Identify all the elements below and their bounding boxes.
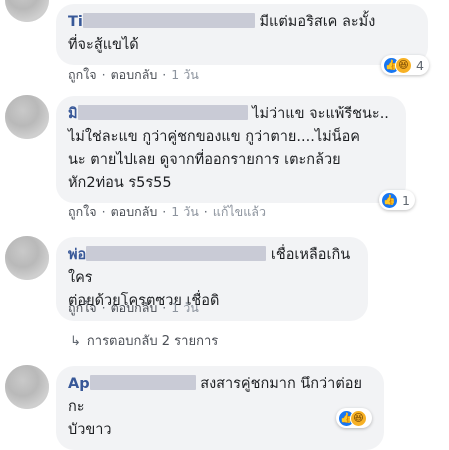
- reply-link[interactable]: ตอบกลับ: [111, 204, 158, 219]
- reaction-count: 4: [416, 57, 424, 73]
- comment-actions: ถูกใจ · ตอบกลับ · 1 วัน: [68, 300, 199, 315]
- reaction-summary-partial[interactable]: 👍 😆: [336, 408, 372, 428]
- reply-link[interactable]: ตอบกลับ: [111, 300, 158, 315]
- comment-bubble: มิ ไม่ว่าแข จะแพ้รีชนะ.. ไม่ใช่ละแข กูว่…: [56, 96, 406, 203]
- haha-icon: 😆: [350, 409, 367, 427]
- avatar[interactable]: [5, 365, 49, 409]
- comment-text: มีแต่มอริสเค ละมั้ง: [259, 14, 376, 30]
- view-replies-link[interactable]: ↳ การตอบกลับ 2 รายการ: [70, 330, 218, 351]
- comment-bubble: Ti มีแต่มอริสเค ละมั้ง ที่จะสู้แขได้: [56, 4, 428, 65]
- commenter-name[interactable]: พ่อ: [68, 247, 86, 263]
- reply-link[interactable]: ตอบกลับ: [111, 67, 158, 82]
- reply-arrow-icon: ↳: [70, 334, 81, 349]
- reaction-summary[interactable]: 👍 1: [379, 190, 415, 210]
- like-link[interactable]: ถูกใจ: [68, 204, 97, 219]
- comment-text: นะ ตายไปเลย ดูจากที่ออกรายการ เตะกล้วย: [68, 152, 341, 168]
- timestamp[interactable]: 1 วัน: [171, 300, 199, 315]
- comment-text: ที่จะสู้แขได้: [68, 37, 139, 53]
- edited-label[interactable]: แก้ไขแล้ว: [213, 204, 266, 219]
- avatar[interactable]: [5, 0, 49, 22]
- redacted-name: [82, 13, 255, 28]
- comment-bubble: Ap สงสารคู่ชกมาก นึกว่าต่อยกะ บัวขาว: [56, 366, 384, 450]
- reaction-summary[interactable]: 👍 😆 4: [381, 55, 429, 75]
- commenter-name[interactable]: มิ: [68, 106, 78, 122]
- redacted-name: [77, 105, 248, 120]
- haha-icon: 😆: [395, 56, 412, 74]
- commenter-name[interactable]: Ti: [68, 14, 83, 30]
- like-link[interactable]: ถูกใจ: [68, 67, 97, 82]
- replies-label[interactable]: การตอบกลับ 2 รายการ: [87, 334, 218, 349]
- comment-actions: ถูกใจ · ตอบกลับ · 1 วัน · แก้ไขแล้ว: [68, 204, 266, 219]
- like-link[interactable]: ถูกใจ: [68, 300, 97, 315]
- reaction-count: 1: [402, 192, 410, 208]
- like-icon: 👍: [381, 191, 398, 209]
- avatar[interactable]: [5, 236, 49, 280]
- comment-text: ไม่ใช่ละแข กูว่าคู่ชกของแข กูว่าตาย....ไ…: [68, 129, 360, 145]
- commenter-name[interactable]: Ap: [68, 376, 90, 392]
- comment-text: บัวขาว: [68, 422, 112, 438]
- avatar[interactable]: [5, 95, 49, 139]
- comment-text: ไม่ว่าแข จะแพ้รีชนะ..: [252, 106, 389, 122]
- timestamp[interactable]: 1 วัน: [171, 204, 199, 219]
- comment-actions: ถูกใจ · ตอบกลับ · 1 วัน: [68, 67, 199, 82]
- redacted-name: [89, 375, 196, 390]
- comment-text: หัก2ท่อน ร5ร55: [68, 175, 172, 191]
- timestamp[interactable]: 1 วัน: [171, 67, 199, 82]
- redacted-name: [86, 246, 267, 261]
